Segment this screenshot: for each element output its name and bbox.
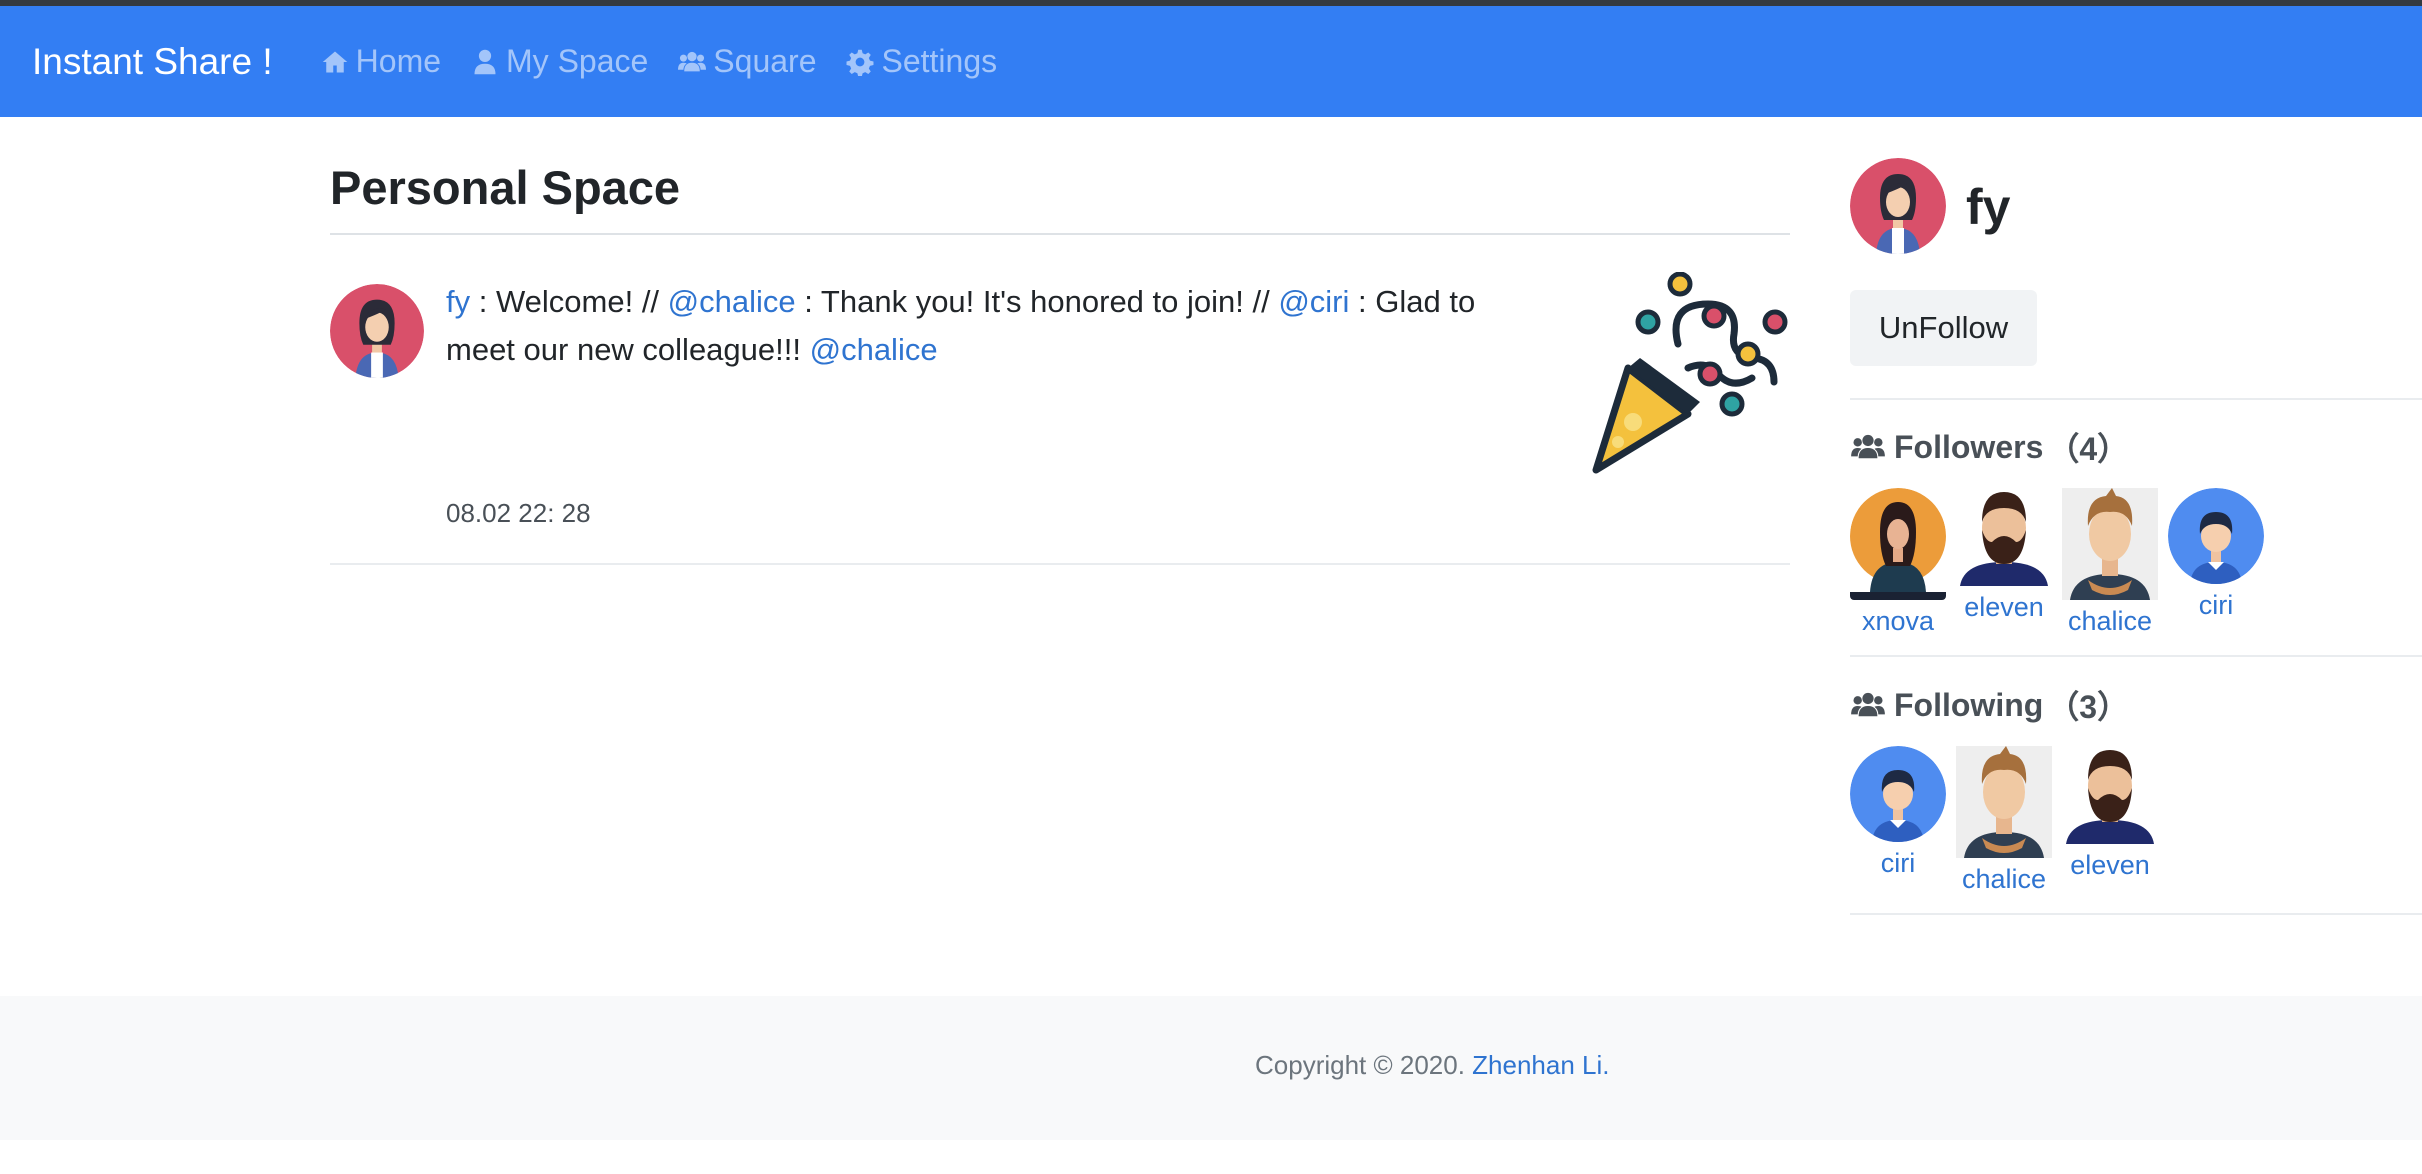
gear-icon: [847, 49, 874, 76]
sidebar-divider: [1850, 655, 2422, 657]
following-name: ciri: [1880, 848, 1916, 878]
profile-avatar: [1850, 158, 1946, 254]
sidebar-divider: [1850, 398, 2422, 400]
post-body: fy : Welcome! // @chalice : Thank you! I…: [446, 278, 1546, 374]
following-count: （3）: [2047, 689, 2130, 725]
follower-user[interactable]: eleven: [1956, 488, 2052, 623]
bearded-man-avatar-icon: [1956, 488, 2052, 586]
nav-settings[interactable]: Settings: [846, 43, 997, 80]
follower-user[interactable]: chalice: [2062, 488, 2158, 637]
post-timestamp: 08.02 22: 28: [446, 498, 591, 528]
user-icon: [474, 49, 496, 74]
brand-link[interactable]: Instant Share !: [32, 41, 273, 83]
woman-avatar-icon: [330, 284, 424, 378]
follower-name: xnova: [1861, 606, 1935, 636]
copyright-text: Copyright © 2020.: [1255, 1050, 1473, 1080]
follower-name: chalice: [2067, 606, 2153, 636]
navbar: Instant Share ! Home My Space Square Set…: [0, 6, 2422, 117]
nav-home[interactable]: Home: [321, 43, 441, 80]
follower-user[interactable]: xnova: [1850, 488, 1946, 637]
blond-man-avatar-icon: [2062, 488, 2158, 600]
unfollow-button[interactable]: UnFollow: [1850, 290, 2037, 366]
mention-link-ciri[interactable]: @ciri: [1278, 284, 1349, 319]
nav-settings-label: Settings: [881, 43, 998, 79]
post-text-segment: : Thank you! It's honored to join! //: [795, 284, 1279, 319]
footer-copyright: Copyright © 2020. Zhenhan Li.: [1255, 1050, 1610, 1081]
sidebar-divider: [1850, 913, 2422, 915]
users-icon: [1851, 692, 1885, 717]
following-heading: Following （3）: [1850, 682, 2129, 728]
following-user[interactable]: chalice: [1956, 746, 2052, 895]
boy-avatar-icon: [2168, 488, 2264, 584]
post-divider: [330, 563, 1790, 565]
following-name: eleven: [2070, 850, 2150, 880]
following-label: Following: [1894, 686, 2044, 723]
profile-username: fy: [1966, 179, 2011, 235]
main-content: Personal Space: [330, 160, 1790, 215]
nav-square-label: Square: [713, 43, 817, 79]
post-item: fy : Welcome! // @chalice : Thank you! I…: [330, 272, 1790, 564]
users-icon: [1851, 434, 1885, 459]
title-divider: [330, 233, 1790, 235]
nav-square[interactable]: Square: [678, 43, 816, 80]
post-author-link[interactable]: fy: [446, 284, 470, 319]
followers-label: Followers: [1894, 428, 2044, 465]
nav-my-space-label: My Space: [506, 43, 649, 79]
boy-avatar-icon: [1850, 746, 1946, 842]
footer: Copyright © 2020. Zhenhan Li.: [0, 996, 2422, 1140]
blond-man-avatar-icon: [1956, 746, 2052, 858]
follower-user[interactable]: ciri: [2168, 488, 2264, 621]
users-icon: [678, 51, 707, 71]
post-text-segment: : Welcome! //: [470, 284, 668, 319]
bearded-man-avatar-icon: [2062, 746, 2158, 844]
followers-heading: Followers （4）: [1850, 424, 2129, 470]
home-icon: [322, 51, 347, 72]
followers-count: （4）: [2047, 431, 2130, 467]
following-name: chalice: [1961, 864, 2047, 894]
following-user[interactable]: ciri: [1850, 746, 1946, 879]
nav-my-space[interactable]: My Space: [471, 43, 648, 80]
woman-avatar-icon: [1850, 488, 1946, 600]
mention-link-chalice[interactable]: @chalice: [668, 284, 796, 319]
post-author-avatar[interactable]: [330, 284, 424, 378]
page-title: Personal Space: [330, 161, 681, 214]
woman-avatar-icon: [1850, 158, 1946, 254]
nav-home-label: Home: [355, 43, 442, 79]
follower-name: eleven: [1964, 592, 2044, 622]
author-link[interactable]: Zhenhan Li.: [1472, 1050, 1609, 1080]
follower-name: ciri: [2198, 590, 2234, 620]
mention-link-chalice[interactable]: @chalice: [810, 332, 938, 367]
following-user[interactable]: eleven: [2062, 746, 2158, 881]
party-popper-icon[interactable]: [1588, 272, 1788, 482]
